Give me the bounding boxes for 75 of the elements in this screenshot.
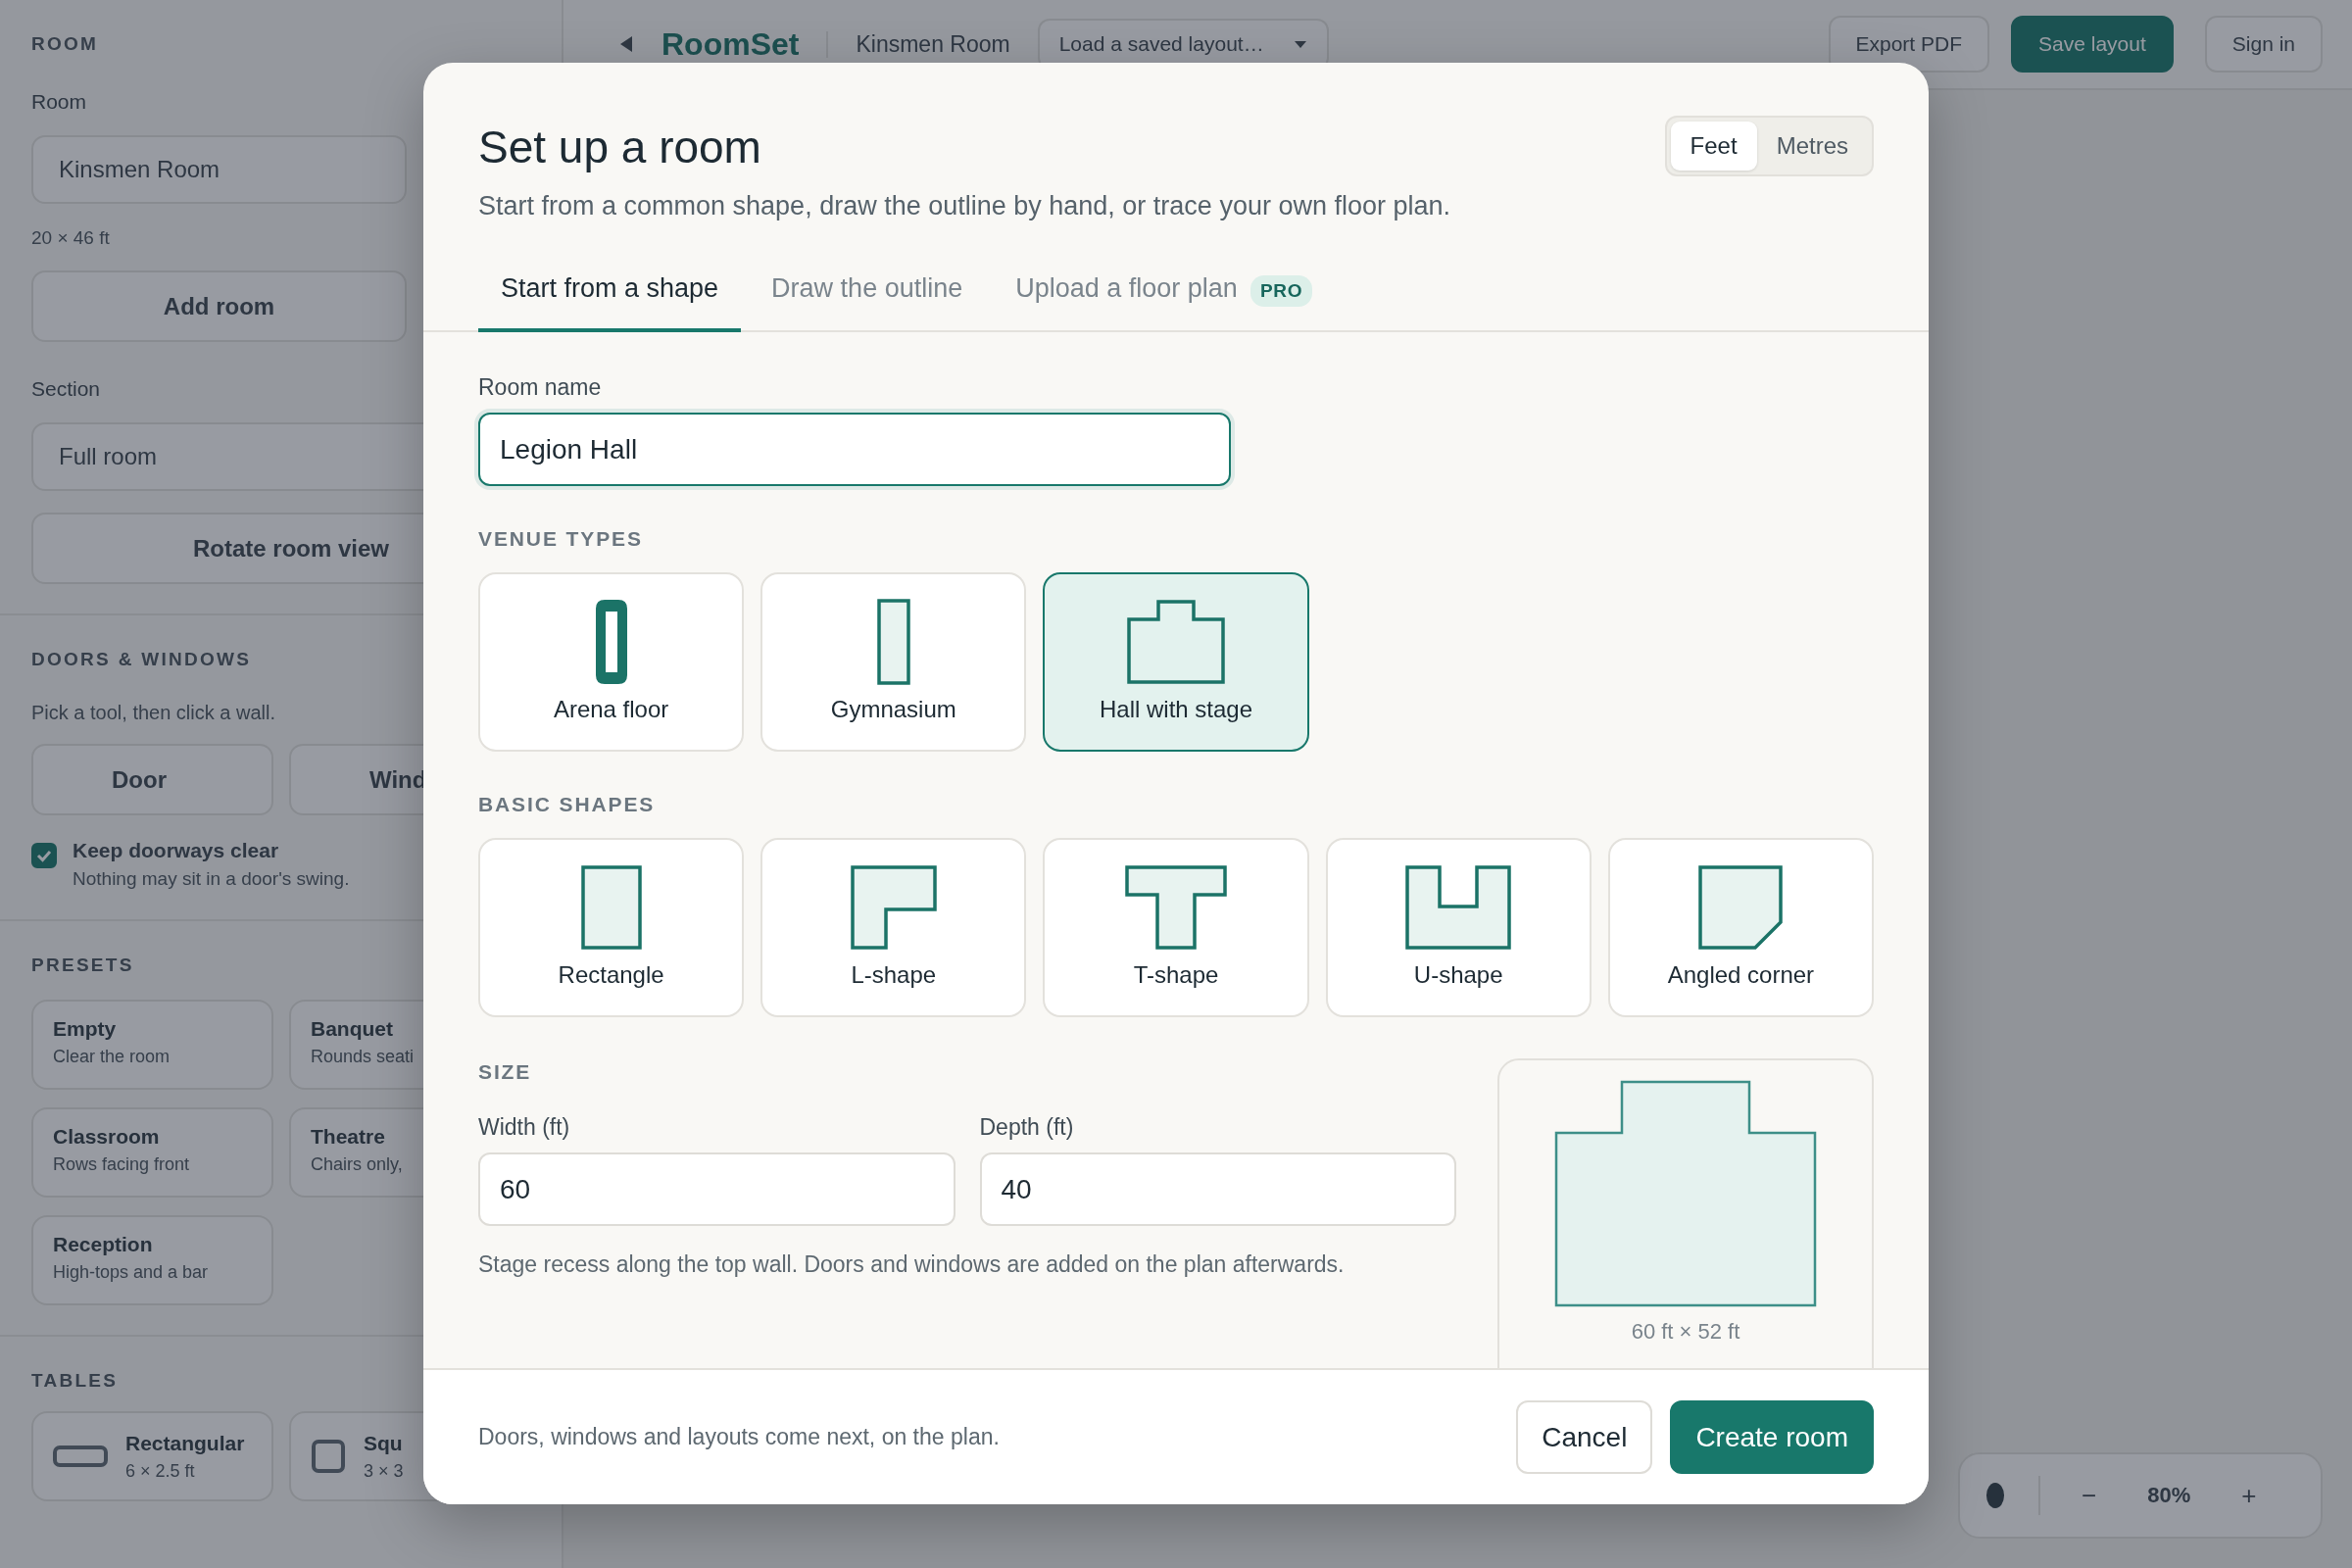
- preset-name: Banquet: [311, 1017, 393, 1041]
- tool-button[interactable]: Door: [31, 744, 273, 815]
- rectangle-icon: [877, 599, 910, 685]
- unit-option[interactable]: Metres: [1756, 122, 1868, 171]
- stage-shape-icon: [1127, 600, 1225, 684]
- shape-option[interactable]: T-shape: [1043, 838, 1309, 1017]
- dimension-field[interactable]: 60: [478, 1152, 956, 1226]
- table-name: Squ: [364, 1431, 403, 1455]
- tab[interactable]: Draw the outline: [749, 251, 986, 332]
- preset-description: Chairs only,: [311, 1154, 403, 1175]
- preset-card[interactable]: Classroom Rows facing front: [31, 1107, 273, 1198]
- preset-name: Classroom: [53, 1125, 160, 1149]
- shape-option[interactable]: Gymnasium: [760, 572, 1027, 752]
- pro-badge: PRO: [1250, 274, 1313, 307]
- shape-option[interactable]: L-shape: [760, 838, 1027, 1017]
- checkbox[interactable]: [31, 843, 57, 868]
- field-label: Room name: [478, 373, 603, 401]
- cancel-button[interactable]: Cancel: [1516, 1400, 1653, 1474]
- dialog-subtitle: Start from a common shape, draw the outline by hand, or trace your own floor plan.: [478, 190, 1451, 222]
- table-size: 3 × 3: [364, 1460, 404, 1482]
- zoom-in-button[interactable]: +: [2233, 1480, 2265, 1511]
- unit-option[interactable]: Feet: [1670, 122, 1757, 171]
- toolbar-button[interactable]: Export PDF: [1828, 16, 1990, 73]
- zoom-level: 80%: [2147, 1483, 2191, 1508]
- shape-option[interactable]: Rectangle: [478, 838, 745, 1017]
- rectangular-table-icon: [53, 1443, 108, 1470]
- room-title: Kinsmen Room: [826, 30, 1010, 58]
- add-room-button[interactable]: Add room: [31, 270, 407, 342]
- preset-description: Clear the room: [53, 1047, 171, 1067]
- field-label: Section: [31, 377, 101, 401]
- preset-name: Empty: [53, 1017, 117, 1041]
- section-heading: TABLES: [31, 1370, 119, 1392]
- table-size: 6 × 2.5 ft: [125, 1460, 195, 1482]
- hint-text: Pick a tool, then click a wall.: [31, 702, 275, 724]
- shape-option[interactable]: Arena floor: [478, 572, 745, 752]
- t-shape-icon: [1125, 865, 1227, 950]
- preset-name: Reception: [53, 1233, 153, 1256]
- checkbox-label: Keep doorways clear: [73, 839, 280, 862]
- checkbox-description: Nothing may sit in a door's swing.: [73, 868, 350, 890]
- zoom-out-button[interactable]: −: [2074, 1480, 2105, 1511]
- section-heading: PRESETS: [31, 955, 134, 976]
- preset-description: Rounds seati: [311, 1047, 415, 1067]
- app-logo: RoomSet: [662, 25, 800, 63]
- preset-description: Rows facing front: [53, 1154, 190, 1175]
- toolbar-button[interactable]: Sign in: [2204, 16, 2323, 73]
- create-button[interactable]: Create room: [1670, 1400, 1874, 1474]
- shape-option[interactable]: Hall with stage: [1043, 572, 1309, 752]
- shape-option[interactable]: U-shape: [1325, 838, 1592, 1017]
- section-heading: DOORS & WINDOWS: [31, 649, 252, 670]
- table-card[interactable]: Rectangular 6 × 2.5 ft: [31, 1411, 273, 1501]
- dimension-field[interactable]: 40: [979, 1152, 1456, 1226]
- rectangle-icon: [580, 865, 642, 950]
- field-label: Room: [31, 90, 87, 114]
- angled-corner-icon: [1698, 865, 1784, 950]
- u-shape-icon: [1405, 865, 1511, 950]
- shape-option[interactable]: Angled corner: [1607, 838, 1874, 1017]
- preset-description: High-tops and a bar: [53, 1262, 209, 1283]
- square-table-icon: [311, 1439, 346, 1474]
- tab[interactable]: Start from a shape: [478, 251, 742, 332]
- section-heading: ROOM: [31, 33, 99, 55]
- toolbar-button[interactable]: Save layout: [2011, 16, 2174, 73]
- back-icon[interactable]: [618, 35, 634, 53]
- room-field[interactable]: Kinsmen Room: [31, 135, 407, 204]
- preset-card[interactable]: Reception High-tops and a bar: [31, 1215, 273, 1305]
- field-label: Depth (ft): [979, 1113, 1075, 1141]
- preset-card[interactable]: Empty Clear the room: [31, 1000, 273, 1090]
- dialog-title: Set up a room: [478, 121, 761, 174]
- caret-icon: [1293, 39, 1307, 49]
- table-name: Rectangular: [125, 1431, 245, 1455]
- size-note: Stage recess along the top wall. Doors and windows are added on the plan afterwards.: [478, 1251, 1346, 1278]
- preview-caption: 60 ft × 52 ft: [1631, 1319, 1740, 1345]
- preset-name: Theatre: [311, 1125, 385, 1149]
- l-shape-icon: [851, 865, 937, 950]
- room-size: 20 × 46 ft: [31, 227, 110, 249]
- section-heading: SIZE: [478, 1060, 533, 1084]
